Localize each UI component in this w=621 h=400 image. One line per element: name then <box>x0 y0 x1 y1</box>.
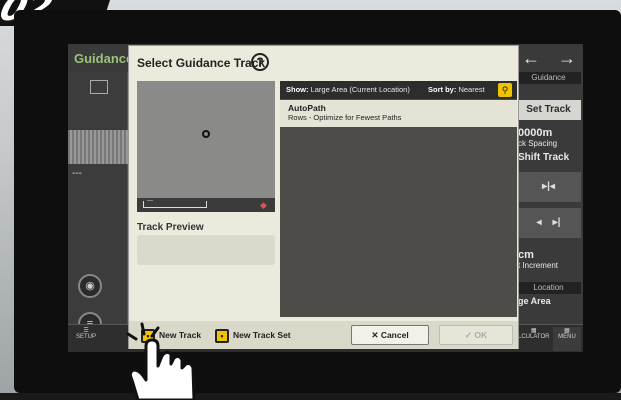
shift-track-label: Shift Track <box>518 152 570 163</box>
track-preview-box <box>137 235 275 265</box>
dialog-title: Select Guidance Track <box>137 56 266 70</box>
spacing-value: 0000m <box>518 127 553 139</box>
location-header: Location <box>516 282 581 294</box>
ok-button[interactable]: ✓ OK <box>439 325 513 345</box>
track-list-item[interactable]: AutoPath Rows - Optimize for Fewest Path… <box>280 100 517 127</box>
cancel-button[interactable]: ✕ Cancel <box>351 325 429 345</box>
shift-buttons[interactable]: ◂ ▸| <box>516 208 581 238</box>
select-guidance-track-dialog: Select Guidance Track ? --- ◆ Track Prev… <box>128 45 519 349</box>
check-icon: ✓ <box>464 330 472 340</box>
help-icon[interactable]: ? <box>251 53 269 71</box>
increment-value: cm <box>518 249 534 261</box>
map-strip <box>68 130 128 164</box>
track-preview-map: --- ◆ <box>137 81 275 212</box>
left-dash: --- <box>72 168 82 179</box>
track-spacing: 0000m ck Spacing <box>518 127 557 148</box>
track-list-panel: Show: Large Area (Current Location) Sort… <box>280 81 517 317</box>
sort-by[interactable]: Sort by: Nearest <box>428 81 485 99</box>
right-panel: ← → Guidance Set Track 0000m ck Spacing … <box>514 44 583 352</box>
tap-hand-icon <box>126 322 196 400</box>
map-scale-bar: --- ◆ <box>137 198 275 212</box>
scale-label: --- <box>147 198 153 204</box>
track-preview-label: Track Preview <box>137 222 204 233</box>
show-label: Show: <box>286 85 309 94</box>
record-button[interactable]: ◉ <box>78 274 102 298</box>
track-title: AutoPath <box>288 103 326 113</box>
cancel-icon: ✕ <box>371 330 379 340</box>
show-value[interactable]: Large Area (Current Location) <box>311 85 410 94</box>
grid-icon[interactable] <box>90 80 108 94</box>
display-screen: Guidance --- ◉ ≡ ← → Guidance Set Track … <box>68 44 583 352</box>
calculator-button[interactable]: ▦ LCULATOR <box>518 327 549 340</box>
location-marker-icon <box>202 130 210 138</box>
spacing-label: ck Spacing <box>518 139 558 148</box>
sort-value: Nearest <box>458 85 485 94</box>
sort-label: Sort by: <box>428 85 457 94</box>
left-toolbar: --- ◉ ≡ <box>68 72 128 336</box>
shift-increment: cm t Increment <box>518 249 558 270</box>
increment-label: t Increment <box>518 261 559 270</box>
menu-button[interactable]: ▦ MENU <box>553 327 581 351</box>
set-track-button[interactable]: Set Track <box>516 100 581 120</box>
guidance-header: Guidance <box>516 72 581 84</box>
north-arrow-icon: ◆ <box>260 200 267 210</box>
list-filter-bar: Show: Large Area (Current Location) Sort… <box>280 81 517 99</box>
setup-button[interactable]: ☰ SETUP <box>76 327 96 340</box>
search-icon[interactable]: ⚲ <box>498 83 512 97</box>
location-value: ge Area <box>518 296 551 306</box>
new-track-set-icon: ▪ <box>215 328 229 343</box>
prev-arrow-icon[interactable]: ← <box>522 48 540 69</box>
new-track-set-button[interactable]: ▪ New Track Set <box>215 325 291 345</box>
track-subtitle: Rows - Optimize for Fewest Paths <box>288 113 402 122</box>
shift-center-button[interactable]: ▸|◂ <box>516 172 581 202</box>
next-arrow-icon[interactable]: → <box>558 48 576 69</box>
